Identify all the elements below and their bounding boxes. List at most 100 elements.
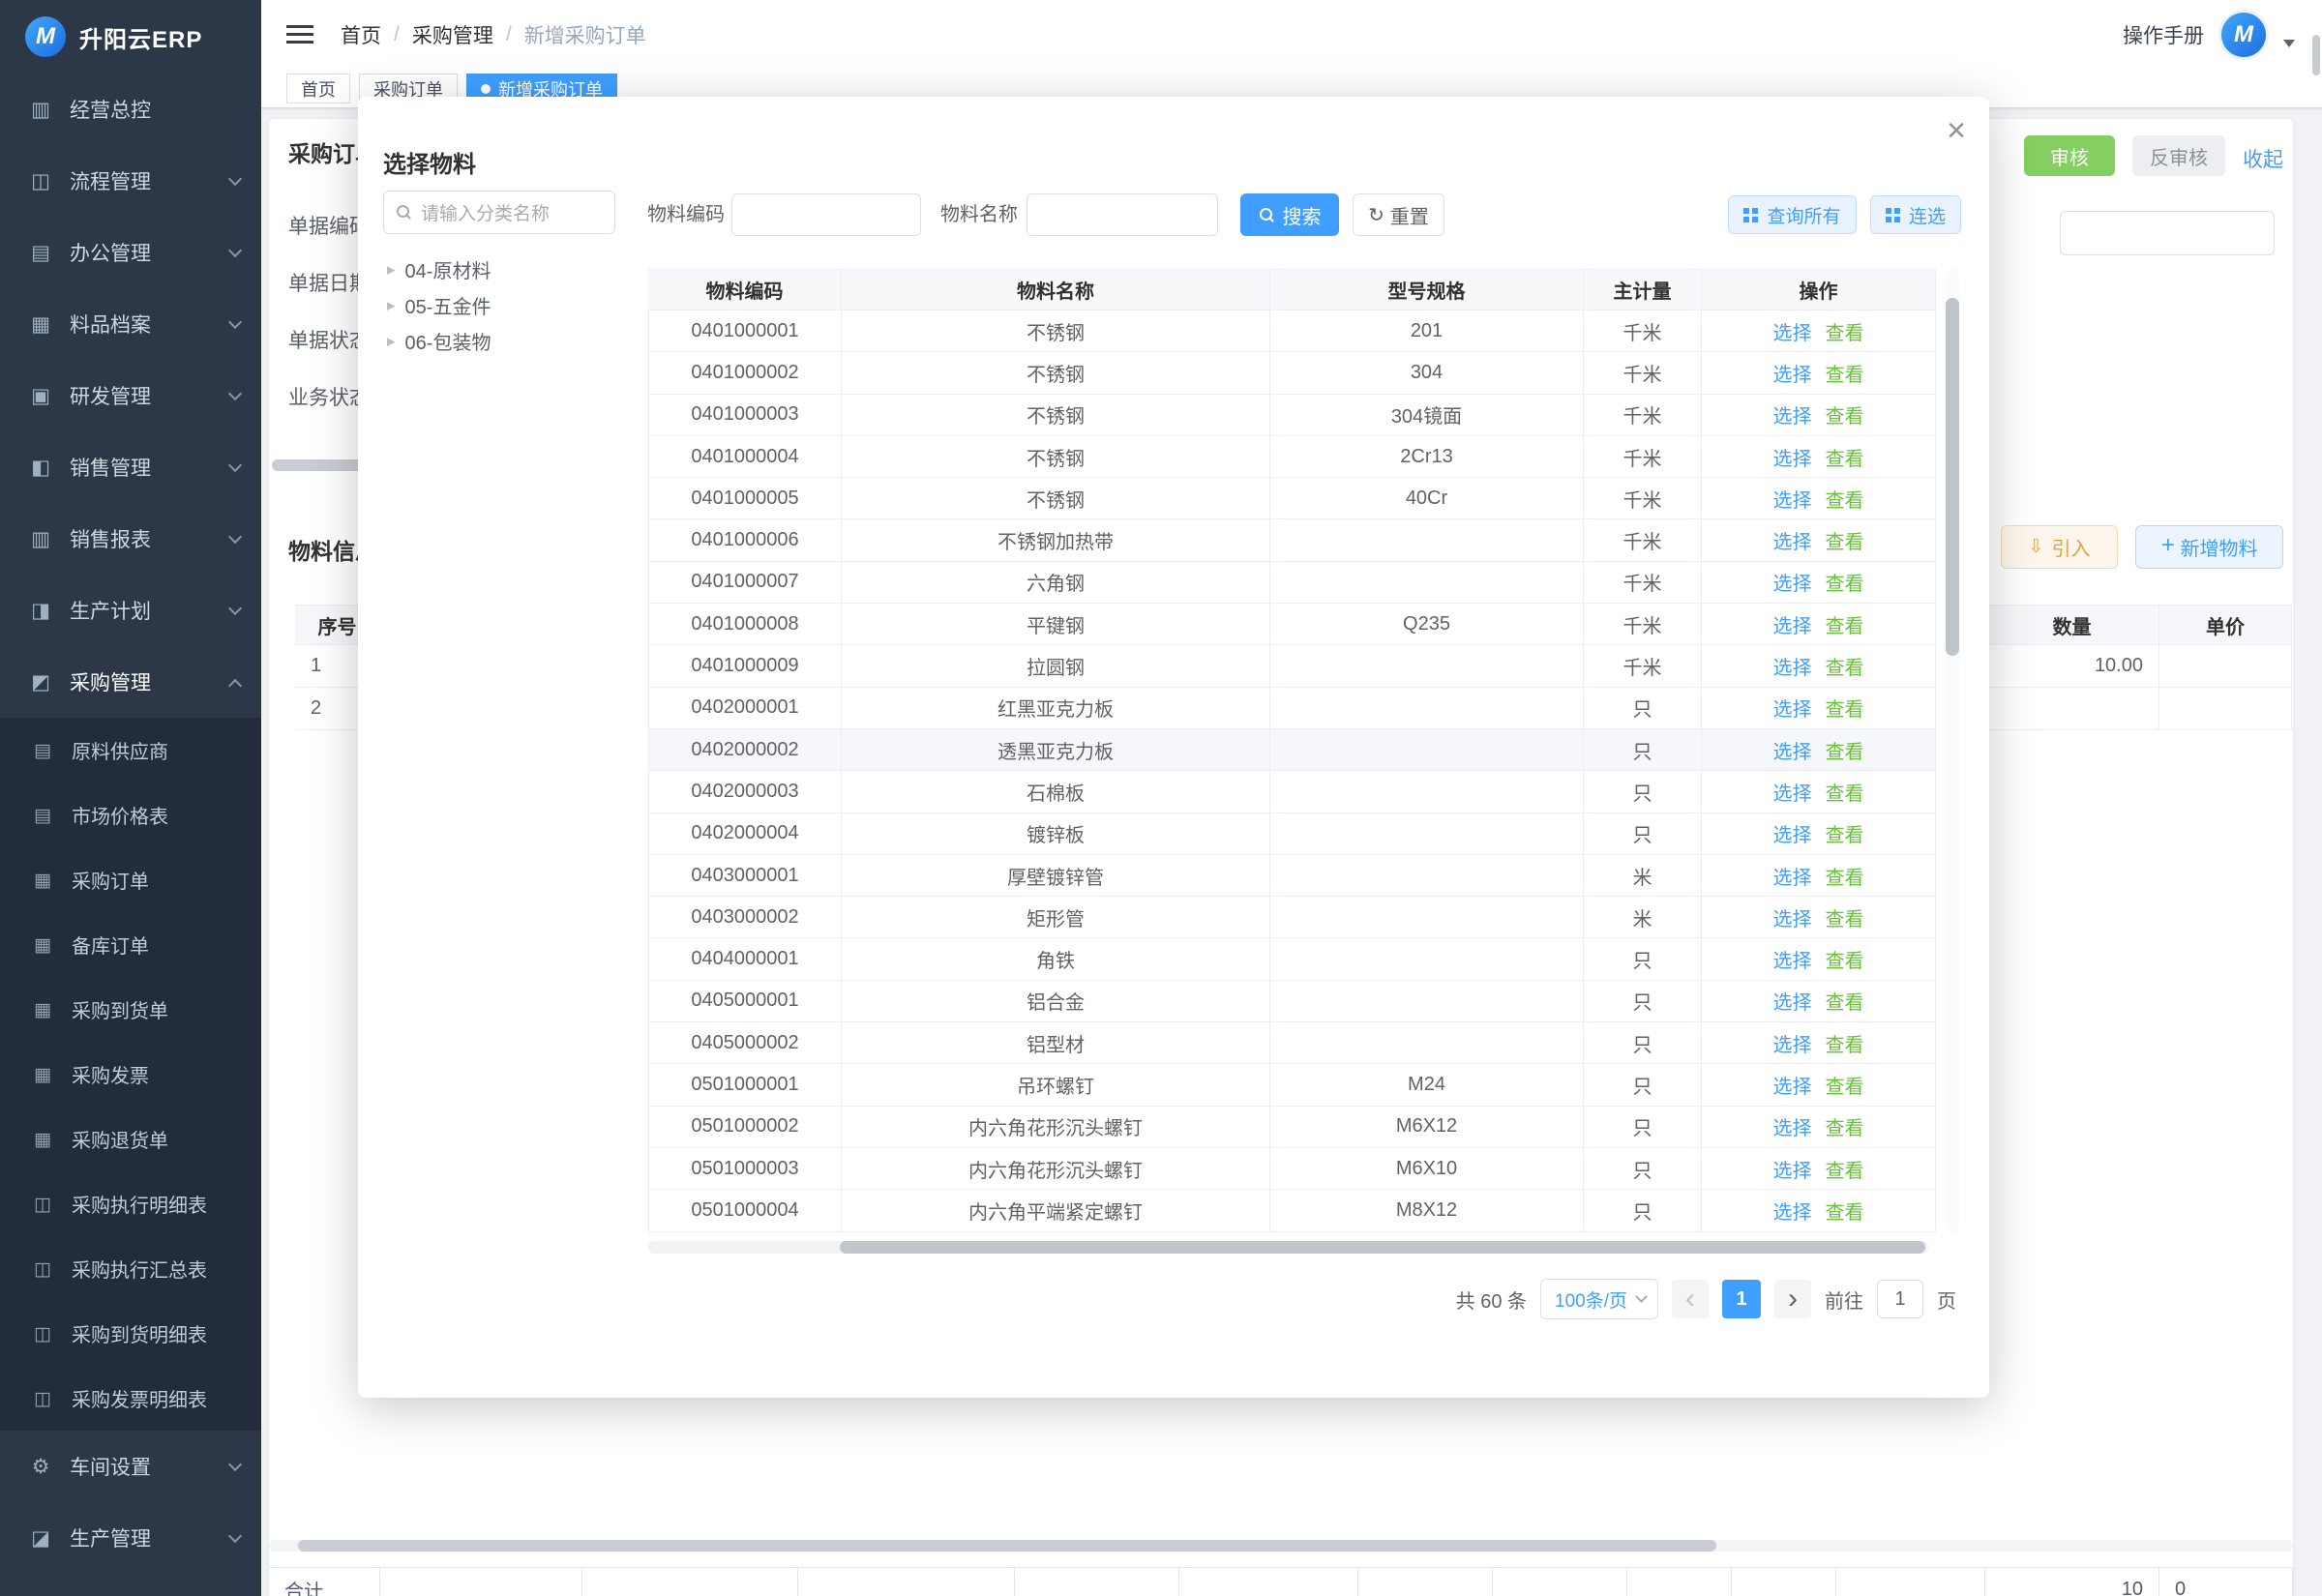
sidebar-submenu-item[interactable]: 采购到货单 — [0, 977, 261, 1042]
material-row[interactable]: 0501000003 内六角花形沉头螺钉 M6X10 只 选择 查看 — [648, 1148, 1936, 1190]
view-link[interactable]: 查看 — [1826, 610, 1864, 638]
select-link[interactable]: 选择 — [1773, 610, 1812, 638]
view-link[interactable]: 查看 — [1826, 317, 1864, 345]
view-link[interactable]: 查看 — [1826, 903, 1864, 931]
select-link[interactable]: 选择 — [1773, 1197, 1812, 1225]
view-link[interactable]: 查看 — [1826, 443, 1864, 471]
sidebar-menu-item[interactable]: 办公管理 — [0, 217, 261, 288]
select-link[interactable]: 选择 — [1773, 485, 1812, 513]
close-icon[interactable]: × — [1947, 114, 1966, 147]
sidebar-menu-item[interactable]: 销售管理 — [0, 431, 261, 503]
view-link[interactable]: 查看 — [1826, 736, 1864, 764]
tree-node[interactable]: 05-五金件 — [387, 287, 677, 323]
add-material-button[interactable]: + 新增物料 — [2135, 525, 2283, 569]
select-link[interactable]: 选择 — [1773, 945, 1812, 973]
material-row[interactable]: 0402000001 红黑亚克力板 只 选择 查看 — [648, 688, 1936, 729]
caret-down-icon[interactable] — [2283, 40, 2295, 47]
select-link[interactable]: 选择 — [1773, 652, 1812, 680]
sidebar-menu-item[interactable]: 采购管理 — [0, 646, 261, 718]
material-row[interactable]: 0405000002 铝型材 只 选择 查看 — [648, 1022, 1936, 1064]
table-vertical-scrollbar[interactable] — [1946, 298, 1959, 656]
unaudit-button[interactable]: 反审核 — [2132, 135, 2225, 176]
view-link[interactable]: 查看 — [1826, 778, 1864, 806]
select-link[interactable]: 选择 — [1773, 443, 1812, 471]
select-link[interactable]: 选择 — [1773, 359, 1812, 387]
view-link[interactable]: 查看 — [1826, 694, 1864, 722]
caret-right-icon[interactable] — [387, 332, 396, 351]
material-row[interactable]: 0403000001 厚壁镀锌管 米 选择 查看 — [648, 855, 1936, 897]
select-link[interactable]: 选择 — [1773, 400, 1812, 429]
reset-button[interactable]: ↻ 重置 — [1353, 193, 1444, 236]
select-link[interactable]: 选择 — [1773, 694, 1812, 722]
view-link[interactable]: 查看 — [1826, 652, 1864, 680]
next-page-button[interactable] — [1774, 1280, 1811, 1318]
material-row[interactable]: 0501000004 内六角平端紧定螺钉 M8X12 只 选择 查看 — [648, 1190, 1936, 1231]
sidebar-submenu-item[interactable]: 原料供应商 — [0, 718, 261, 783]
goto-page-input[interactable]: 1 — [1877, 1280, 1923, 1318]
import-button[interactable]: ⇩ 引入 — [2001, 525, 2118, 569]
view-link[interactable]: 查看 — [1826, 526, 1864, 554]
page-size-select[interactable]: 100条/页 — [1540, 1279, 1658, 1319]
caret-right-icon[interactable] — [387, 260, 396, 280]
view-link[interactable]: 查看 — [1826, 568, 1864, 596]
material-row[interactable]: 0401000004 不锈钢 2Cr13 千米 选择 查看 — [648, 436, 1936, 478]
select-link[interactable]: 选择 — [1773, 736, 1812, 764]
sidebar-submenu-item[interactable]: 市场价格表 — [0, 783, 261, 847]
sidebar-submenu-item[interactable]: 采购执行明细表 — [0, 1171, 261, 1236]
order-form-input[interactable] — [2060, 211, 2275, 255]
sidebar-menu-item[interactable]: 加工车间 — [0, 1574, 261, 1596]
select-link[interactable]: 选择 — [1773, 1029, 1812, 1057]
view-link[interactable]: 查看 — [1826, 1155, 1864, 1183]
select-link[interactable]: 选择 — [1773, 903, 1812, 931]
view-link[interactable]: 查看 — [1826, 400, 1864, 429]
view-link[interactable]: 查看 — [1826, 1029, 1864, 1057]
select-link[interactable]: 选择 — [1773, 568, 1812, 596]
prev-page-button[interactable] — [1672, 1280, 1709, 1318]
breadcrumb-link[interactable]: 首页 — [341, 20, 381, 49]
view-link[interactable]: 查看 — [1826, 862, 1864, 890]
material-row[interactable]: 0401000008 平键钢 Q235 千米 选择 查看 — [648, 604, 1936, 645]
view-link[interactable]: 查看 — [1826, 359, 1864, 387]
sidebar-submenu-item[interactable]: 采购执行汇总表 — [0, 1236, 261, 1301]
view-link[interactable]: 查看 — [1826, 1071, 1864, 1099]
select-link[interactable]: 选择 — [1773, 1112, 1812, 1140]
sidebar-menu-item[interactable]: 流程管理 — [0, 145, 261, 217]
page-vertical-scrollbar[interactable] — [2312, 35, 2320, 75]
material-row[interactable]: 0401000003 不锈钢 304镜面 千米 选择 查看 — [648, 395, 1936, 436]
sidebar-menu-item[interactable]: 料品档案 — [0, 288, 261, 360]
tree-node[interactable]: 06-包装物 — [387, 323, 677, 359]
view-link[interactable]: 查看 — [1826, 819, 1864, 847]
sidebar-menu-item[interactable]: 生产计划 — [0, 575, 261, 646]
manual-link[interactable]: 操作手册 — [2123, 20, 2204, 49]
material-row[interactable]: 0401000009 拉圆钢 千米 选择 查看 — [648, 645, 1936, 687]
sidebar-submenu-item[interactable]: 采购订单 — [0, 847, 261, 912]
table-horizontal-scrollbar[interactable] — [298, 1540, 1716, 1552]
sidebar-submenu-item[interactable]: 采购发票明细表 — [0, 1366, 261, 1431]
material-row[interactable]: 0404000001 角铁 只 选择 查看 — [648, 938, 1936, 980]
select-link[interactable]: 选择 — [1773, 317, 1812, 345]
view-link[interactable]: 查看 — [1826, 1197, 1864, 1225]
current-page[interactable]: 1 — [1722, 1280, 1761, 1318]
sidebar-submenu-item[interactable]: 备库订单 — [0, 912, 261, 977]
select-link[interactable]: 选择 — [1773, 526, 1812, 554]
query-all-button[interactable]: 查询所有 — [1728, 195, 1857, 234]
sidebar-submenu-item[interactable]: 采购发票 — [0, 1042, 261, 1107]
material-row[interactable]: 0401000006 不锈钢加热带 千米 选择 查看 — [648, 519, 1936, 561]
view-link[interactable]: 查看 — [1826, 945, 1864, 973]
user-avatar[interactable]: M — [2221, 13, 2266, 57]
multi-select-button[interactable]: 连选 — [1870, 195, 1961, 234]
sidebar-menu-item[interactable]: 经营总控 — [0, 74, 261, 145]
sidebar-submenu-item[interactable]: 采购退货单 — [0, 1107, 261, 1171]
breadcrumb-link[interactable]: 新增采购订单 — [524, 20, 646, 49]
sidebar-menu-item[interactable]: 生产管理 — [0, 1502, 261, 1574]
view-link[interactable]: 查看 — [1826, 1112, 1864, 1140]
material-row[interactable]: 0401000007 六角钢 千米 选择 查看 — [648, 562, 1936, 604]
view-link[interactable]: 查看 — [1826, 987, 1864, 1015]
sidebar-menu-item[interactable]: 研发管理 — [0, 360, 261, 431]
material-row[interactable]: 0401000001 不锈钢 201 千米 选择 查看 — [648, 310, 1936, 352]
collapse-sidebar-icon[interactable] — [286, 24, 313, 45]
tree-node[interactable]: 04-原材料 — [387, 251, 677, 287]
select-link[interactable]: 选择 — [1773, 1155, 1812, 1183]
breadcrumb-link[interactable]: 采购管理 — [412, 20, 493, 49]
view-link[interactable]: 查看 — [1826, 485, 1864, 513]
